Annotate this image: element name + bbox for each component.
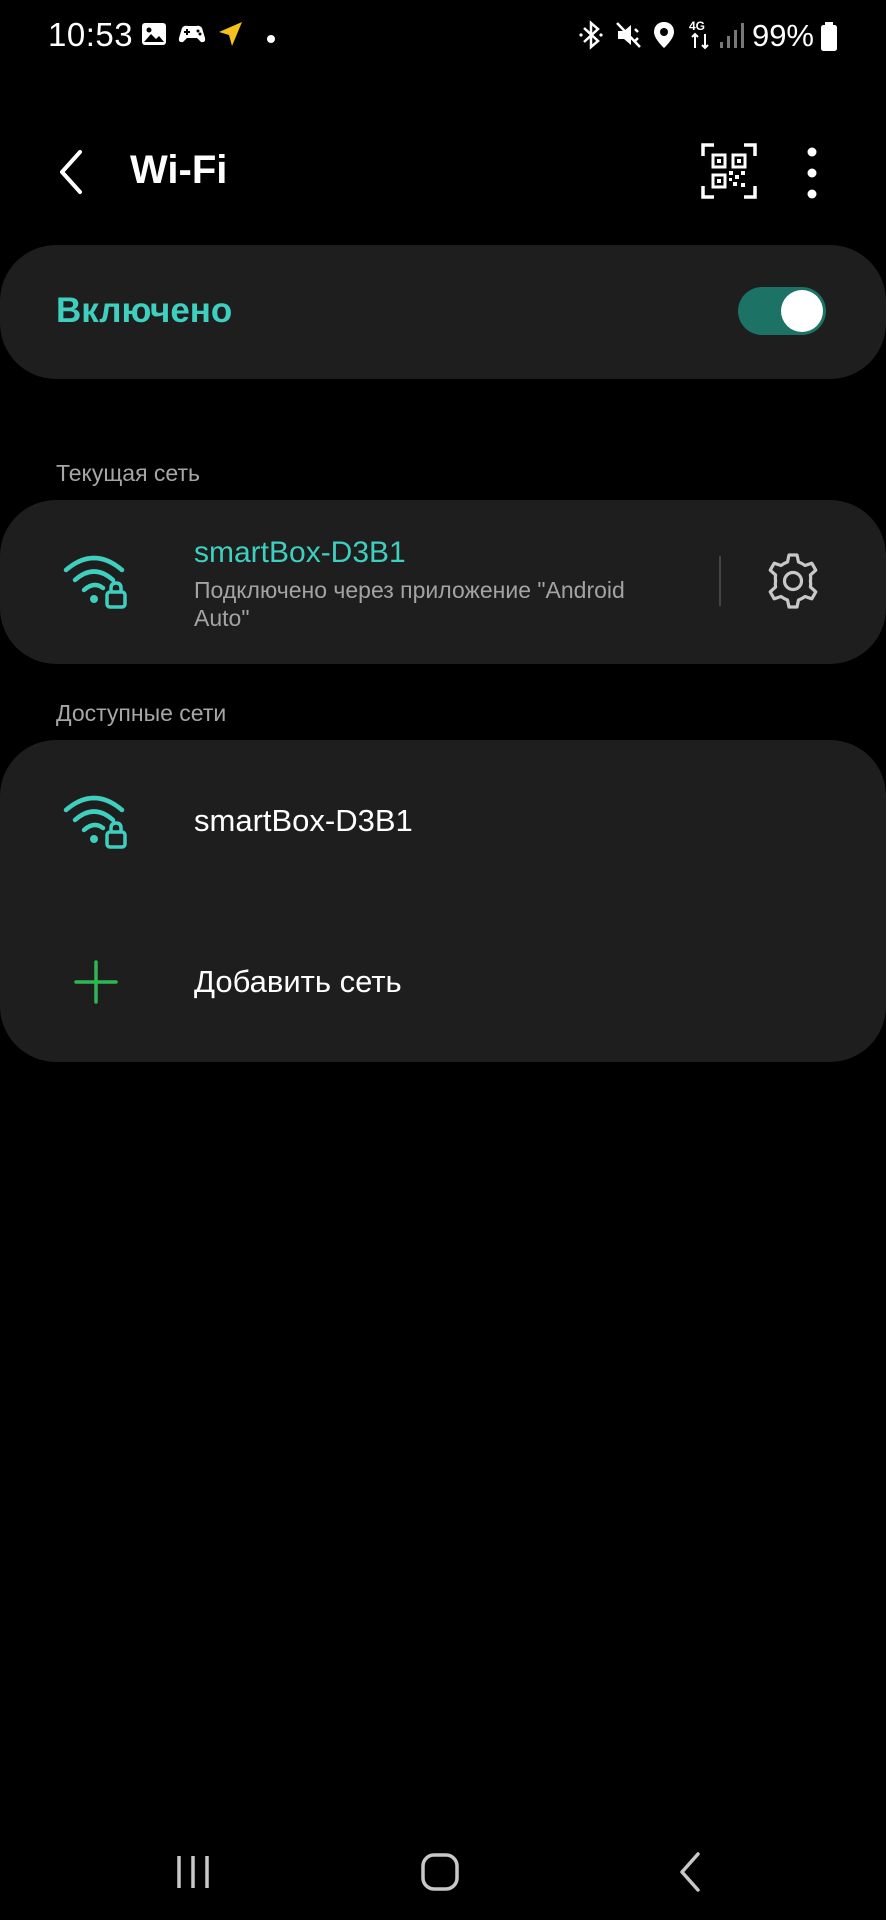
system-back-button[interactable] bbox=[650, 1842, 730, 1902]
toolbar: Wi-Fi bbox=[0, 120, 886, 224]
wifi-toggle-card[interactable]: Включено bbox=[0, 245, 886, 379]
current-network-card[interactable]: smartBox-D3B1 Подключено через приложени… bbox=[0, 500, 886, 664]
bluetooth-icon bbox=[578, 20, 604, 55]
chevron-left-icon bbox=[44, 150, 104, 210]
dot-icon bbox=[262, 31, 280, 49]
switch-knob bbox=[781, 290, 823, 332]
network-list-item[interactable]: smartBox-D3B1 bbox=[0, 740, 886, 900]
network-4g-icon: 4G bbox=[688, 18, 714, 55]
network-settings-button[interactable] bbox=[763, 551, 823, 611]
gallery-icon bbox=[140, 20, 168, 53]
wifi-toggle-label: Включено bbox=[56, 291, 233, 330]
location-icon bbox=[652, 20, 676, 55]
home-button[interactable] bbox=[400, 1842, 480, 1902]
navigation-bar bbox=[0, 1820, 886, 1920]
recents-icon bbox=[153, 1842, 233, 1902]
add-network-button[interactable]: Добавить сеть bbox=[0, 902, 886, 1062]
current-network-status: Подключено через приложение "Android Aut… bbox=[194, 577, 625, 631]
status-bar: 10:53 4G 99% bbox=[0, 0, 886, 78]
plus-icon bbox=[74, 960, 118, 1009]
navigation-arrow-icon bbox=[216, 20, 244, 53]
available-networks-section-label: Доступные сети bbox=[56, 700, 227, 726]
more-options-button[interactable] bbox=[790, 142, 834, 204]
status-time: 10:53 bbox=[48, 16, 134, 53]
recents-button[interactable] bbox=[153, 1842, 233, 1902]
home-icon bbox=[400, 1842, 480, 1902]
network-name: smartBox-D3B1 bbox=[194, 803, 413, 838]
signal-icon bbox=[718, 20, 746, 55]
svg-text:4G: 4G bbox=[689, 19, 705, 33]
current-network-name: smartBox-D3B1 bbox=[194, 536, 406, 569]
add-network-label: Добавить сеть bbox=[194, 964, 402, 999]
wifi-locked-icon bbox=[62, 790, 132, 857]
page-title: Wi-Fi bbox=[130, 148, 228, 192]
game-controller-icon bbox=[176, 20, 208, 53]
wifi-locked-icon bbox=[62, 550, 132, 617]
available-networks-card: smartBox-D3B1 Добавить сеть bbox=[0, 740, 886, 1062]
battery-icon bbox=[820, 22, 838, 57]
qr-scan-button[interactable] bbox=[700, 142, 758, 200]
gear-icon bbox=[763, 553, 823, 615]
qr-scan-icon bbox=[700, 143, 758, 204]
more-vertical-icon bbox=[790, 147, 834, 208]
back-button[interactable] bbox=[44, 138, 104, 206]
mute-vibrate-icon bbox=[614, 20, 644, 55]
back-icon bbox=[650, 1842, 730, 1902]
wifi-switch[interactable] bbox=[738, 287, 826, 335]
current-network-section-label: Текущая сеть bbox=[56, 460, 200, 486]
battery-percent: 99% bbox=[751, 18, 814, 53]
divider bbox=[719, 556, 721, 606]
